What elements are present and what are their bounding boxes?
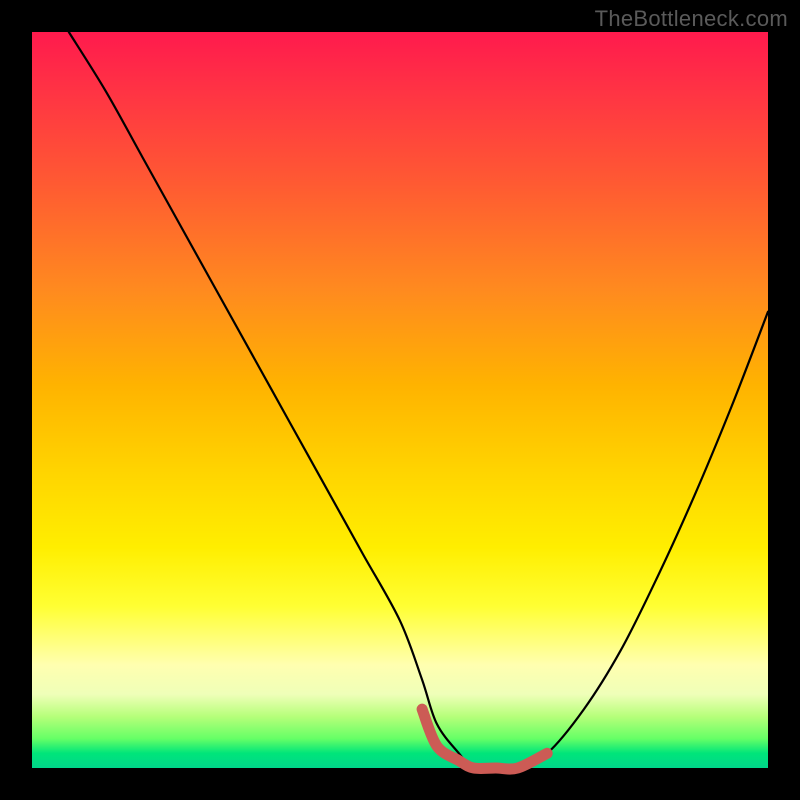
chart-frame: TheBottleneck.com: [0, 0, 800, 800]
bottleneck-curve: [69, 32, 768, 769]
highlight-band: [422, 709, 547, 769]
curve-svg: [32, 32, 768, 768]
plot-area: [32, 32, 768, 768]
watermark-text: TheBottleneck.com: [595, 6, 788, 32]
